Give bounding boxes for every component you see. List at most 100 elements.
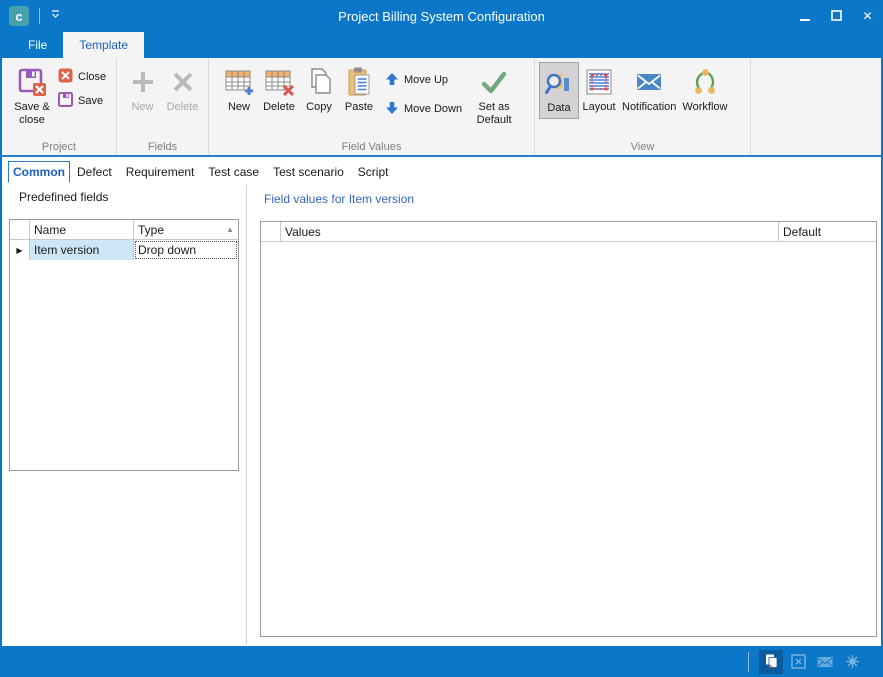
page-tab-strip: Common Defect Requirement Test case Test… — [2, 159, 881, 183]
view-notification-label: Notification — [622, 101, 676, 114]
fields-new-button[interactable]: New — [123, 62, 163, 117]
panel-splitter[interactable] — [246, 185, 247, 644]
ribbon-group-project: Save & close Close Save Project — [2, 58, 117, 155]
ribbon-tab-strip: File Template — [0, 32, 883, 58]
tab-script[interactable]: Script — [351, 161, 396, 183]
sort-ascending-icon: ▲ — [226, 225, 234, 234]
set-as-default-label: Set as Default — [471, 101, 517, 127]
view-data-label: Data — [547, 102, 570, 115]
value-delete-label: Delete — [263, 101, 295, 114]
fields-delete-label: Delete — [167, 101, 199, 114]
move-up-button[interactable]: Move Up — [385, 71, 462, 89]
table-row[interactable]: ▶ Item version Drop down — [10, 240, 238, 260]
view-notification-button[interactable]: Notification — [619, 62, 679, 117]
status-bar — [0, 646, 883, 677]
main-content: Common Defect Requirement Test case Test… — [2, 159, 881, 646]
ribbon-group-fields: New Delete Fields — [117, 58, 209, 155]
paste-icon — [343, 65, 375, 99]
titlebar: c Project Billing System Configuration ✕ — [0, 0, 883, 32]
ribbon-group-field-values: New Delete — [209, 58, 535, 155]
tab-defect[interactable]: Defect — [70, 161, 119, 183]
predefined-fields-grid: Name Type ▲ ▶ Item version Drop down — [9, 219, 239, 471]
data-icon — [543, 66, 575, 100]
cell-name[interactable]: Item version — [30, 240, 134, 260]
move-down-label: Move Down — [404, 103, 462, 115]
row-indicator-icon: ▶ — [16, 246, 22, 255]
group-label-view: View — [535, 141, 750, 153]
field-values-title: Field values for Item version — [264, 192, 414, 206]
fields-delete-button[interactable]: Delete — [163, 62, 203, 117]
layout-icon — [583, 65, 615, 99]
status-layout-icon[interactable] — [786, 650, 810, 674]
checkmark-icon — [479, 65, 509, 99]
move-down-button[interactable]: Move Down — [385, 100, 462, 118]
paste-label: Paste — [345, 101, 373, 114]
group-label-fields: Fields — [117, 141, 208, 153]
cell-type[interactable]: Drop down — [134, 240, 238, 260]
table-add-icon — [223, 65, 255, 99]
maximize-button[interactable] — [821, 0, 852, 32]
workflow-icon — [689, 65, 721, 99]
arrow-up-icon — [385, 72, 399, 89]
x-icon — [169, 65, 197, 99]
statusbar-separator — [748, 652, 749, 672]
tab-test-case[interactable]: Test case — [201, 161, 266, 183]
fields-new-label: New — [131, 101, 153, 114]
tab-requirement[interactable]: Requirement — [119, 161, 202, 183]
status-notification-icon[interactable] — [813, 650, 837, 674]
status-workflow-icon[interactable] — [840, 650, 864, 674]
close-project-button[interactable]: Close — [58, 68, 106, 86]
save-and-close-button[interactable]: Save & close — [6, 62, 58, 130]
app-logo-icon[interactable]: c — [9, 6, 29, 26]
value-new-label: New — [228, 101, 250, 114]
value-new-button[interactable]: New — [219, 62, 259, 117]
field-values-grid: Values Default — [260, 221, 877, 637]
paste-button[interactable]: Paste — [339, 62, 379, 117]
view-layout-label: Layout — [582, 101, 615, 114]
close-button[interactable]: ✕ — [852, 0, 883, 32]
close-icon — [58, 68, 73, 86]
tab-common[interactable]: Common — [8, 161, 70, 183]
set-as-default-button[interactable]: Set as Default — [468, 62, 520, 130]
copy-icon — [303, 65, 335, 99]
save-close-icon — [16, 65, 48, 99]
save-close-label: Save & close — [9, 101, 55, 127]
close-label: Close — [78, 71, 106, 83]
ribbon: Save & close Close Save Project — [2, 58, 881, 157]
group-label-field-values: Field Values — [209, 141, 534, 153]
minimize-button[interactable] — [790, 0, 821, 32]
window-controls: ✕ — [790, 0, 883, 32]
save-icon — [58, 92, 73, 110]
view-layout-button[interactable]: Layout — [579, 62, 619, 117]
app-window: c Project Billing System Configuration ✕… — [0, 0, 883, 677]
notification-envelope-icon — [633, 65, 665, 99]
indicator-column-header — [261, 222, 281, 241]
tab-test-scenario[interactable]: Test scenario — [266, 161, 351, 183]
table-delete-icon — [263, 65, 295, 99]
move-up-label: Move Up — [404, 74, 448, 86]
predefined-fields-title: Predefined fields — [19, 190, 108, 204]
titlebar-separator — [39, 8, 40, 24]
ribbon-tab-file[interactable]: File — [12, 32, 63, 58]
row-indicator-cell: ▶ — [10, 240, 30, 260]
column-header-name[interactable]: Name — [30, 220, 134, 239]
ribbon-group-view: Data Layout — [535, 58, 751, 155]
view-workflow-button[interactable]: Workflow — [679, 62, 730, 117]
window-title: Project Billing System Configuration — [0, 9, 883, 24]
grid-header-row: Values Default — [261, 222, 876, 242]
ribbon-tab-template[interactable]: Template — [63, 32, 144, 58]
column-header-type[interactable]: Type ▲ — [134, 220, 238, 239]
indicator-column-header — [10, 220, 30, 239]
copy-label: Copy — [306, 101, 332, 114]
status-data-icon[interactable] — [759, 650, 783, 674]
column-header-default[interactable]: Default — [779, 222, 876, 241]
quick-access-dropdown-icon[interactable] — [50, 7, 61, 25]
column-header-type-label: Type — [138, 223, 164, 237]
copy-button[interactable]: Copy — [299, 62, 339, 117]
view-workflow-label: Workflow — [682, 101, 727, 114]
save-button[interactable]: Save — [58, 92, 106, 110]
value-delete-button[interactable]: Delete — [259, 62, 299, 117]
grid-header-row: Name Type ▲ — [10, 220, 238, 240]
column-header-values[interactable]: Values — [281, 222, 779, 241]
view-data-button[interactable]: Data — [539, 62, 579, 119]
